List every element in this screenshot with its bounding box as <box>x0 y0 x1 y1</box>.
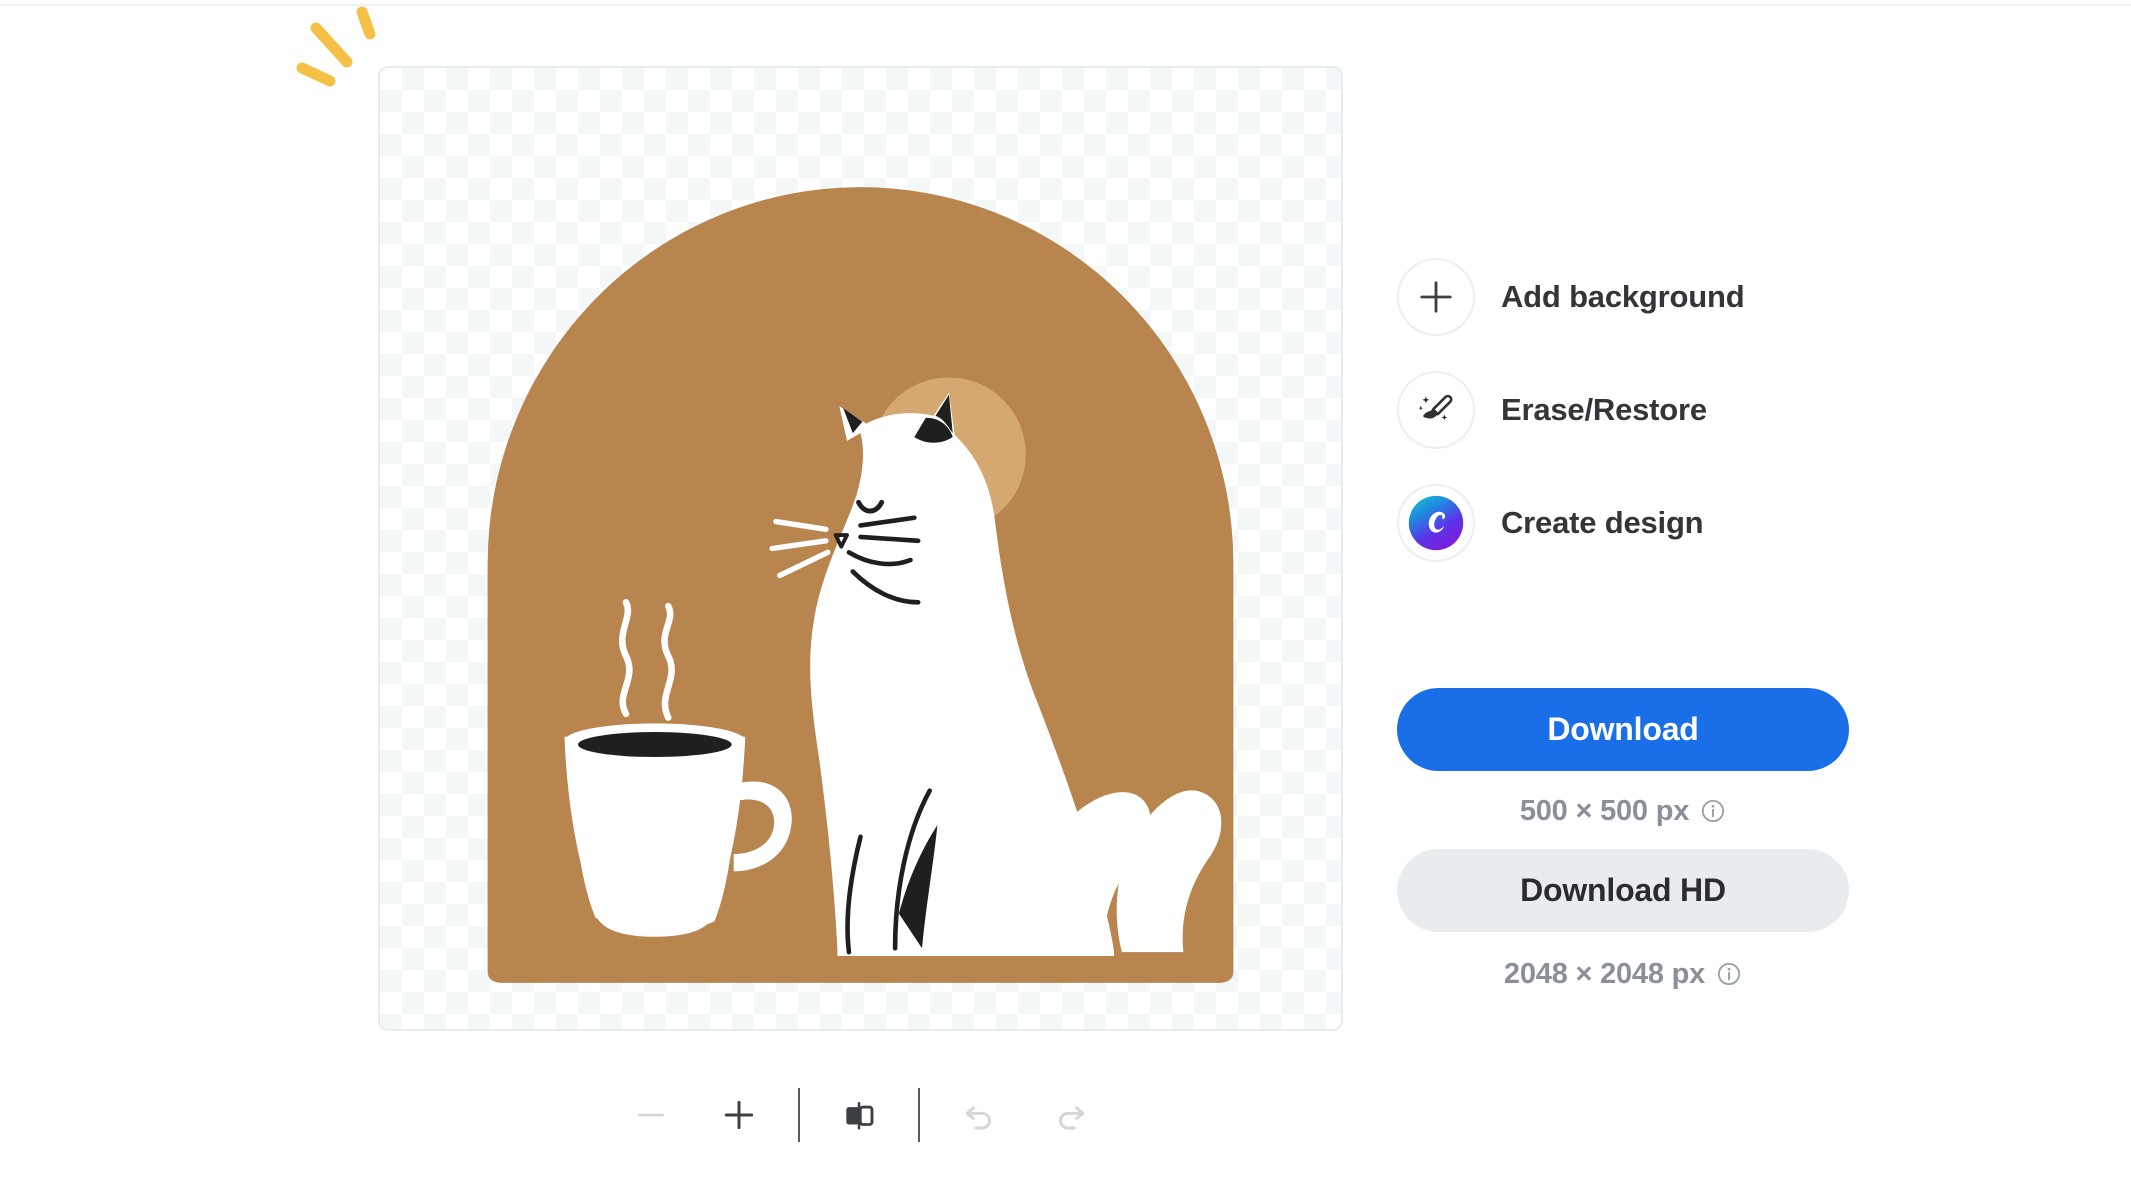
zoom-out-button[interactable] <box>620 1084 682 1146</box>
toolbar-divider-left <box>797 1088 800 1142</box>
image-preview-canvas[interactable] <box>378 66 1343 1031</box>
plus-icon <box>1420 281 1452 313</box>
canvas-toolbar <box>378 1075 1343 1155</box>
magic-brush-icon <box>1418 394 1453 421</box>
download-hd-size-row: 2048 × 2048 px <box>1397 946 1849 1002</box>
canva-logo-icon <box>1408 495 1464 551</box>
cat-coffee-artwork <box>487 187 1234 983</box>
compare-toggle-button[interactable] <box>828 1084 890 1146</box>
download-hd-size-label: 2048 × 2048 px <box>1503 957 1706 990</box>
info-icon[interactable] <box>1700 798 1726 824</box>
download-size-label: 500 × 500 px <box>1519 794 1690 827</box>
add-background-action[interactable]: Add background <box>1397 258 1917 336</box>
create-design-icon-ring <box>1397 484 1475 562</box>
erase-restore-action[interactable]: Erase/Restore <box>1397 371 1917 449</box>
info-icon[interactable] <box>1716 961 1742 987</box>
download-button[interactable]: Download <box>1397 688 1849 771</box>
undo-arrow-icon <box>965 1106 991 1130</box>
download-section: Download 500 × 500 px Download HD 2048 ×… <box>1397 688 1849 1002</box>
redo-button[interactable] <box>1040 1084 1102 1146</box>
plus-icon <box>724 1100 753 1130</box>
toolbar-divider-right <box>917 1088 920 1142</box>
add-background-label: Add background <box>1501 279 1745 314</box>
zoom-in-button[interactable] <box>708 1084 770 1146</box>
erase-restore-label: Erase/Restore <box>1501 392 1707 427</box>
redo-arrow-icon <box>1058 1106 1084 1130</box>
create-design-label: Create design <box>1501 505 1704 540</box>
undo-button[interactable] <box>948 1084 1010 1146</box>
split-compare-icon <box>845 1102 873 1130</box>
erase-restore-icon-ring <box>1397 371 1475 449</box>
download-size-row: 500 × 500 px <box>1397 783 1849 839</box>
top-hairline-divider <box>0 4 2131 6</box>
download-hd-button[interactable]: Download HD <box>1397 849 1849 932</box>
create-design-action[interactable]: Create design <box>1397 484 1917 562</box>
editor-actions-panel: Add background Erase/Restore Create desi… <box>1397 258 1917 597</box>
minus-icon <box>637 1113 664 1117</box>
background-remover-editor: Add background Erase/Restore Create desi… <box>0 0 2131 1197</box>
add-background-icon-ring <box>1397 258 1475 336</box>
